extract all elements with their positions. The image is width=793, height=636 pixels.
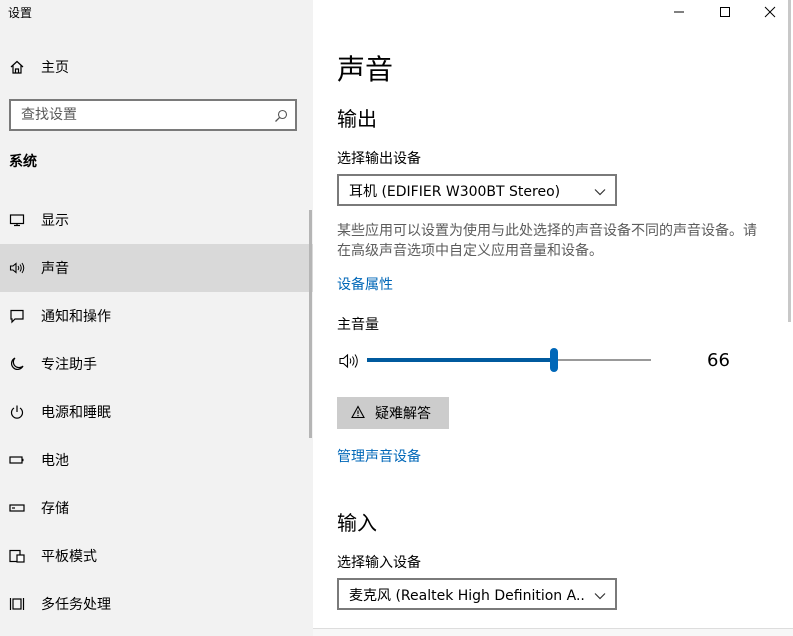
search-box[interactable] bbox=[9, 99, 297, 131]
troubleshoot-button[interactable]: 疑难解答 bbox=[337, 397, 449, 429]
maximize-button[interactable] bbox=[702, 0, 748, 24]
master-volume-label: 主音量 bbox=[337, 317, 379, 333]
main-scrollbar[interactable] bbox=[788, 0, 791, 322]
sidebar-item-label: 电池 bbox=[41, 453, 69, 469]
home-icon bbox=[9, 59, 25, 75]
sidebar-item-home[interactable]: 主页 bbox=[0, 49, 313, 85]
sidebar-item-multitasking[interactable]: 多任务处理 bbox=[0, 580, 313, 628]
output-device-label: 选择输出设备 bbox=[337, 151, 421, 167]
maximize-icon bbox=[720, 7, 730, 17]
sidebar-item-label: 通知和操作 bbox=[41, 309, 111, 325]
output-section-title: 输出 bbox=[337, 107, 377, 131]
close-icon bbox=[764, 6, 776, 18]
sidebar: 设置 主页 系统 显示 声音 通知和操作 专注助手 bbox=[0, 0, 313, 636]
search-input[interactable] bbox=[21, 106, 261, 124]
output-device-value: 耳机 (EDIFIER W300BT Stereo) bbox=[349, 184, 561, 200]
volume-slider[interactable] bbox=[367, 348, 651, 372]
sidebar-item-sound[interactable]: 声音 bbox=[0, 244, 313, 292]
sidebar-item-label: 专注助手 bbox=[41, 357, 97, 373]
input-device-label: 选择输入设备 bbox=[337, 555, 421, 571]
sidebar-item-storage[interactable]: 存储 bbox=[0, 484, 313, 532]
warning-icon bbox=[351, 405, 365, 419]
sidebar-item-tablet-mode[interactable]: 平板模式 bbox=[0, 532, 313, 580]
sidebar-item-display[interactable]: 显示 bbox=[0, 196, 313, 244]
sidebar-item-label: 平板模式 bbox=[41, 549, 97, 565]
multitasking-icon bbox=[9, 596, 25, 612]
volume-slider-fill bbox=[367, 358, 555, 362]
input-device-value: 麦克风 (Realtek High Definition A... bbox=[349, 588, 585, 604]
sidebar-item-battery[interactable]: 电池 bbox=[0, 436, 313, 484]
sidebar-item-label: 电源和睡眠 bbox=[41, 405, 111, 421]
sidebar-item-label: 存储 bbox=[41, 501, 69, 517]
sidebar-item-notifications[interactable]: 通知和操作 bbox=[0, 292, 313, 340]
sidebar-item-focus-assist[interactable]: 专注助手 bbox=[0, 340, 313, 388]
device-properties-link[interactable]: 设备属性 bbox=[337, 274, 393, 294]
minimize-icon bbox=[674, 11, 684, 13]
input-device-dropdown[interactable]: 麦克风 (Realtek High Definition A... bbox=[337, 578, 617, 610]
close-button[interactable] bbox=[747, 0, 793, 24]
chevron-down-icon bbox=[593, 588, 607, 602]
sidebar-scrollbar[interactable] bbox=[309, 210, 312, 438]
storage-icon bbox=[9, 500, 25, 516]
output-description: 某些应用可以设置为使用与此处选择的声音设备不同的声音设备。请在高级声音选项中自定… bbox=[337, 223, 757, 259]
sidebar-group-heading: 系统 bbox=[9, 154, 37, 170]
volume-icon[interactable] bbox=[339, 352, 361, 370]
bottom-edge-strip bbox=[313, 628, 793, 636]
notification-icon bbox=[9, 308, 25, 324]
main-content: 声音 输出 选择输出设备 耳机 (EDIFIER W300BT Stereo) … bbox=[313, 0, 793, 636]
page-title: 声音 bbox=[337, 53, 394, 86]
power-icon bbox=[9, 404, 25, 420]
search-icon[interactable] bbox=[274, 108, 288, 122]
manage-sound-devices-link[interactable]: 管理声音设备 bbox=[337, 446, 421, 466]
volume-slider-thumb[interactable] bbox=[550, 348, 559, 372]
chevron-down-icon bbox=[593, 184, 607, 198]
battery-icon bbox=[9, 452, 25, 468]
output-device-dropdown[interactable]: 耳机 (EDIFIER W300BT Stereo) bbox=[337, 174, 617, 206]
app-title: 设置 bbox=[8, 6, 33, 20]
input-section-title: 输入 bbox=[337, 511, 377, 535]
sidebar-item-power-sleep[interactable]: 电源和睡眠 bbox=[0, 388, 313, 436]
moon-icon bbox=[9, 356, 25, 372]
sidebar-item-label: 多任务处理 bbox=[41, 597, 111, 613]
sidebar-item-label: 声音 bbox=[41, 261, 69, 277]
troubleshoot-label: 疑难解答 bbox=[375, 405, 431, 421]
sidebar-item-label: 主页 bbox=[41, 60, 69, 76]
tablet-mode-icon bbox=[9, 548, 25, 564]
minimize-button[interactable] bbox=[656, 0, 702, 24]
display-icon bbox=[9, 212, 25, 228]
volume-value: 66 bbox=[707, 350, 730, 371]
sidebar-item-label: 显示 bbox=[41, 213, 69, 229]
speaker-icon bbox=[9, 260, 25, 276]
